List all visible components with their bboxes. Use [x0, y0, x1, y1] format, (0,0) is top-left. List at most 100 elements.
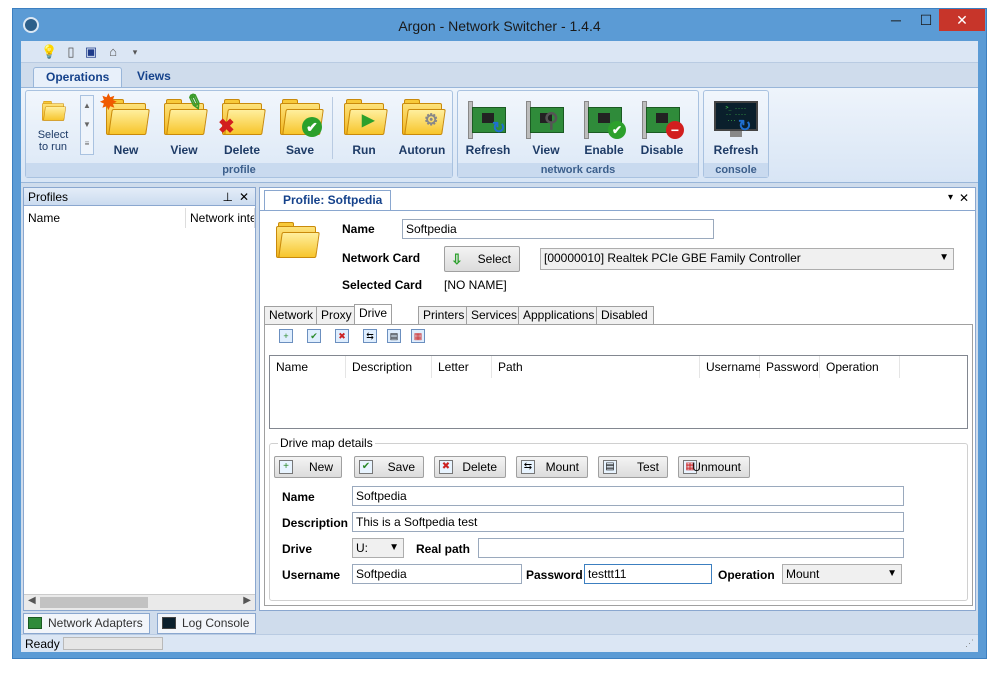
document-close-icon[interactable]: ✕	[959, 191, 969, 205]
tab-printers[interactable]: Printers	[418, 306, 470, 325]
drive-description-label: Description	[282, 516, 349, 530]
tab-views[interactable]: Views	[125, 67, 183, 88]
refresh-console-button[interactable]: >_ ...... ....... .. ↻ Refresh	[706, 95, 766, 157]
drive-map-grid[interactable]: Name Description Letter Path Username Pa…	[269, 355, 968, 429]
autorun-folder-icon: ⚙	[402, 99, 446, 137]
tab-disabled-adapters[interactable]: Disabled Adapters	[596, 306, 655, 339]
tab-services[interactable]: Services	[466, 306, 523, 325]
drive-mount-button[interactable]: ⇆ Mount	[516, 456, 588, 478]
network-card-refresh-icon: ↻	[468, 101, 508, 139]
drive-chevron-down-icon: ▼	[389, 542, 399, 553]
client-area: 💡 ▯ ▣ ⌂ ▾ Operations Views Select to run	[21, 41, 978, 652]
grid-col-description[interactable]: Description	[346, 356, 432, 378]
document-menu-icon[interactable]: ▾	[948, 192, 953, 203]
progress-bar	[63, 637, 163, 650]
real-path-input[interactable]	[478, 538, 904, 558]
grid-col-username[interactable]: Username	[700, 356, 761, 378]
password-label: Password	[526, 568, 583, 582]
column-header-name[interactable]: Name	[24, 208, 186, 228]
grid-col-password[interactable]: Password	[760, 356, 820, 378]
enable-card-button[interactable]: ✔ Enable	[576, 95, 632, 157]
grid-col-path[interactable]: Path	[492, 356, 700, 378]
scroll-thumb[interactable]	[40, 597, 148, 608]
close-button[interactable]: ✕	[939, 9, 985, 31]
save-drive-icon[interactable]: ✔	[307, 329, 321, 343]
drive-description-input[interactable]: This is a Softpedia test	[352, 512, 904, 532]
grid-col-name[interactable]: Name	[270, 356, 346, 378]
disable-card-button[interactable]: − Disable	[634, 95, 690, 157]
delete-profile-button[interactable]: ✖ Delete	[214, 95, 270, 157]
drive-letter-dropdown[interactable]: U: ▼	[352, 538, 404, 558]
grid-col-letter[interactable]: Letter	[432, 356, 492, 378]
delete-drive-icon[interactable]: ✖	[335, 329, 349, 343]
drive-delete-button[interactable]: ✖ Delete	[434, 456, 506, 478]
password-input[interactable]: testtt11	[584, 564, 712, 584]
real-path-label: Real path	[416, 542, 471, 556]
select-card-label: Select	[477, 252, 511, 266]
qat-more-button[interactable]: ▾	[127, 44, 143, 60]
network-card-dropdown[interactable]: [00000010] Realtek PCIe GBE Family Contr…	[540, 248, 954, 270]
save-icon[interactable]: ▣	[83, 44, 99, 60]
gallery-scroll[interactable]: ▲ ▼ ≡	[80, 95, 94, 155]
operation-chevron-down-icon: ▼	[887, 568, 897, 579]
network-card-dropdown-value: [00000010] Realtek PCIe GBE Family Contr…	[544, 251, 801, 265]
document-icon[interactable]: ▯	[63, 44, 79, 60]
tab-network[interactable]: Network	[264, 306, 319, 325]
column-header-network-interface[interactable]: Network interf	[186, 208, 255, 228]
test-drive-icon[interactable]: ▤	[387, 329, 401, 343]
select-label: Select	[37, 129, 69, 141]
profiles-close-icon[interactable]: ✕	[239, 188, 249, 206]
tab-operations[interactable]: Operations	[33, 67, 123, 88]
profiles-horizontal-scrollbar[interactable]: ◀ ▶	[24, 594, 255, 610]
network-cards-group-label: network cards	[458, 163, 698, 177]
username-label: Username	[282, 568, 341, 582]
tab-drive-map[interactable]: Drive Map	[354, 304, 393, 337]
drive-test-button[interactable]: ▤ Test	[598, 456, 668, 478]
document-tab-profile[interactable]: Profile: Softpedia	[264, 190, 392, 210]
view-label: View	[170, 143, 198, 157]
select-card-button[interactable]: ⇩ Select	[444, 246, 520, 272]
bulb-icon[interactable]: 💡	[41, 44, 57, 60]
pin-icon[interactable]: ⊥	[223, 188, 233, 206]
resize-grip-icon[interactable]: ⋰	[965, 638, 974, 649]
unmount-drive-icon[interactable]: ▦	[411, 329, 425, 343]
profiles-panel-header: Profiles ⊥ ✕	[24, 188, 255, 206]
disable-label: Disable	[640, 143, 684, 157]
drive-new-button[interactable]: + New	[274, 456, 342, 478]
view-profile-button[interactable]: ✎ View	[156, 90, 212, 157]
title-bar[interactable]: Argon - Network Switcher - 1.4.4 ─ ☐ ✕	[13, 9, 986, 41]
test-icon: ▤	[603, 460, 617, 474]
new-profile-button[interactable]: ✸ New	[98, 93, 154, 157]
scroll-right-icon[interactable]: ▶	[243, 595, 251, 606]
scroll-left-icon[interactable]: ◀	[28, 595, 36, 606]
refresh-cards-button[interactable]: ↻ Refresh	[460, 95, 516, 157]
view-cards-button[interactable]: ⚲ View	[518, 95, 574, 157]
username-input[interactable]: Softpedia	[352, 564, 522, 584]
profile-folder-icon	[276, 222, 320, 260]
view-cards-label: View	[532, 143, 560, 157]
new-label: New	[113, 143, 139, 157]
operation-dropdown[interactable]: Mount ▼	[782, 564, 902, 584]
tab-log-console[interactable]: Log Console	[157, 613, 257, 634]
drive-unmount-button[interactable]: ▦ Unmount	[678, 456, 750, 478]
new-folder-icon: ✸	[100, 93, 150, 137]
drive-save-button[interactable]: ✔ Save	[354, 456, 424, 478]
run-button[interactable]: ▶ Run	[336, 95, 392, 157]
profile-name-input[interactable]: Softpedia	[402, 219, 714, 239]
autorun-button[interactable]: ⚙ Autorun	[394, 95, 450, 157]
add-drive-icon[interactable]: +	[279, 329, 293, 343]
tab-proxy[interactable]: Proxy	[316, 306, 357, 325]
drive-name-input[interactable]: Softpedia	[352, 486, 904, 506]
drive-new-label: New	[308, 460, 333, 474]
maximize-button[interactable]: ☐	[911, 9, 941, 31]
profile-group: Select to run ▲ ▼ ≡ ✸ New ✎ View ✖ Delet…	[25, 90, 453, 178]
tag-icon[interactable]: ⌂	[105, 44, 121, 60]
minimize-button[interactable]: ─	[881, 9, 911, 31]
tab-network-adapters[interactable]: Network Adapters	[23, 613, 150, 634]
select-to-run-button[interactable]: Select to run	[28, 95, 78, 157]
mount-drive-icon[interactable]: ⇆	[363, 329, 377, 343]
grid-col-operation[interactable]: Operation	[820, 356, 900, 378]
profiles-panel: Profiles ⊥ ✕ Name Network interf ◀ ▶	[23, 187, 256, 611]
save-profile-button[interactable]: ✔ Save	[272, 95, 328, 157]
tab-applications[interactable]: Appplications	[518, 306, 600, 325]
